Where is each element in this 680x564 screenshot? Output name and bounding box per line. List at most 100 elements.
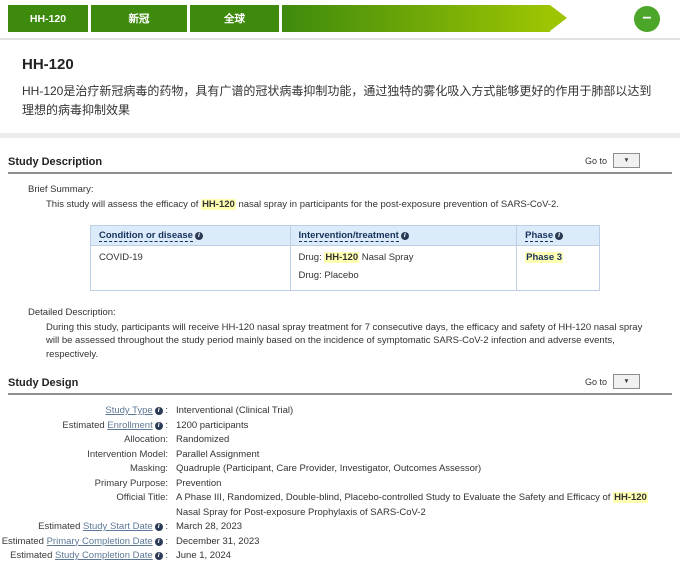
- label-prefix: Estimated: [62, 420, 107, 431]
- phase-header-link[interactable]: Phase: [525, 230, 553, 242]
- study-design-rows: Study Typei : Interventional (Clinical T…: [0, 404, 680, 564]
- label-colon: :: [163, 420, 168, 431]
- highlight-phase3: Phase 3: [525, 252, 563, 263]
- goto-dropdown-button[interactable]: ▼: [613, 374, 640, 389]
- row-value: March 28, 2023: [176, 520, 242, 535]
- nav-tab-hh120[interactable]: HH-120: [8, 5, 88, 32]
- info-icon[interactable]: i: [195, 232, 203, 240]
- col-header-condition: Condition or diseasei: [91, 225, 291, 245]
- top-nav-bar: HH-120 新冠 全球 −: [0, 0, 680, 40]
- study-description-heading-row: Study Description Go to ▼: [8, 153, 672, 174]
- label-colon: :: [163, 521, 168, 532]
- info-icon[interactable]: i: [401, 232, 409, 240]
- design-row-primary-purpose: Primary Purpose: Prevention: [0, 477, 680, 492]
- design-row-enrollment: Estimated Enrollmenti : 1200 participant…: [0, 419, 680, 434]
- chevron-down-icon: ▼: [623, 378, 629, 385]
- label-prefix: Estimated: [10, 550, 55, 561]
- label-colon: :: [163, 550, 168, 561]
- info-icon[interactable]: i: [155, 538, 163, 546]
- collapse-minus-button[interactable]: −: [634, 6, 660, 32]
- brief-summary-pre: This study will assess the efficacy of: [46, 199, 201, 210]
- study-completion-date-link[interactable]: Study Completion Date: [55, 550, 153, 561]
- row-label: Estimated Study Start Datei :: [0, 520, 168, 535]
- table-header-row: Condition or diseasei Intervention/treat…: [91, 225, 600, 245]
- label-colon: :: [163, 405, 168, 416]
- drug-line-1: Drug: HH-120 Nasal Spray: [299, 252, 509, 263]
- detailed-description-text: During this study, participants will rec…: [46, 321, 654, 362]
- row-label: Primary Purpose:: [0, 477, 168, 492]
- design-row-primary-completion-date: Estimated Primary Completion Datei : Dec…: [0, 535, 680, 550]
- label-prefix: Estimated: [38, 521, 83, 532]
- goto-control: Go to ▼: [585, 153, 640, 168]
- primary-completion-date-link[interactable]: Primary Completion Date: [47, 536, 153, 547]
- design-row-study-completion-date: Estimated Study Completion Datei : June …: [0, 549, 680, 564]
- row-value: Parallel Assignment: [176, 448, 259, 463]
- phase-cell: Phase 3: [517, 245, 600, 290]
- breadcrumb-stepper: HH-120 新冠 全球: [8, 5, 550, 32]
- row-value: Quadruple (Participant, Care Provider, I…: [176, 462, 481, 477]
- label-colon: :: [163, 536, 168, 547]
- row-label: Estimated Enrollmenti :: [0, 419, 168, 434]
- brief-summary-label: Brief Summary:: [28, 184, 680, 195]
- nav-tab-xinguan[interactable]: 新冠: [91, 5, 187, 32]
- info-icon[interactable]: i: [555, 232, 563, 240]
- title-pre: A Phase III, Randomized, Double-blind, P…: [176, 492, 613, 503]
- study-header: HH-120 HH-120是治疗新冠病毒的药物，具有广谱的冠状病毒抑制功能，通过…: [0, 40, 680, 133]
- row-value: June 1, 2024: [176, 549, 231, 564]
- brief-summary-text: This study will assess the efficacy of H…: [46, 198, 654, 212]
- goto-dropdown-button[interactable]: ▼: [613, 153, 640, 168]
- row-value: Interventional (Clinical Trial): [176, 404, 293, 419]
- page-title: HH-120: [22, 56, 658, 73]
- title-post: Nasal Spray for Post-exposure Prophylaxi…: [176, 507, 426, 518]
- row-label: Intervention Model:: [0, 448, 168, 463]
- row-label: Estimated Study Completion Datei :: [0, 549, 168, 564]
- condition-intervention-table: Condition or diseasei Intervention/treat…: [90, 225, 600, 291]
- design-row-intervention-model: Intervention Model: Parallel Assignment: [0, 448, 680, 463]
- table-row: COVID-19 Drug: HH-120 Nasal Spray Drug: …: [91, 245, 600, 290]
- row-value: December 31, 2023: [176, 535, 259, 550]
- intervention-header-link[interactable]: Intervention/treatment: [299, 230, 399, 242]
- info-icon[interactable]: i: [155, 552, 163, 560]
- enrollment-link[interactable]: Enrollment: [107, 420, 152, 431]
- drug-line-2: Drug: Placebo: [299, 270, 509, 281]
- row-label: Estimated Primary Completion Datei :: [0, 535, 168, 550]
- progress-arrow: [282, 5, 550, 32]
- col-header-phase: Phasei: [517, 225, 600, 245]
- highlight-hh120: HH-120: [324, 252, 359, 263]
- info-icon[interactable]: i: [155, 523, 163, 531]
- study-start-date-link[interactable]: Study Start Date: [83, 521, 153, 532]
- drug1-pre: Drug:: [299, 252, 325, 263]
- minus-icon: −: [642, 10, 651, 27]
- condition-cell: COVID-19: [91, 245, 291, 290]
- design-row-official-title: Official Title: A Phase III, Randomized,…: [0, 491, 680, 520]
- row-label: Study Typei :: [0, 404, 168, 419]
- row-value: Randomized: [176, 433, 229, 448]
- info-icon[interactable]: i: [155, 407, 163, 415]
- goto-control: Go to ▼: [585, 374, 640, 389]
- row-value: Prevention: [176, 477, 221, 492]
- row-value: 1200 participants: [176, 419, 248, 434]
- study-design-heading-row: Study Design Go to ▼: [8, 374, 672, 395]
- design-row-masking: Masking: Quadruple (Participant, Care Pr…: [0, 462, 680, 477]
- study-description-cn: HH-120是治疗新冠病毒的药物，具有广谱的冠状病毒抑制功能，通过独特的雾化吸入…: [22, 82, 658, 120]
- row-label: Official Title:: [0, 491, 168, 520]
- label-prefix: Estimated: [2, 536, 47, 547]
- goto-label: Go to: [585, 156, 607, 166]
- row-value: A Phase III, Randomized, Double-blind, P…: [176, 491, 673, 520]
- highlight-hh120: HH-120: [613, 492, 648, 503]
- section-title-study-design: Study Design: [8, 377, 78, 389]
- row-label: Masking:: [0, 462, 168, 477]
- info-icon[interactable]: i: [155, 422, 163, 430]
- detailed-description-label: Detailed Description:: [28, 307, 680, 318]
- study-type-link[interactable]: Study Type: [105, 405, 152, 416]
- section-title-study-description: Study Description: [8, 156, 102, 168]
- design-row-study-type: Study Typei : Interventional (Clinical T…: [0, 404, 680, 419]
- col-header-intervention: Intervention/treatmenti: [290, 225, 517, 245]
- nav-tab-quanqiu[interactable]: 全球: [190, 5, 279, 32]
- intervention-cell: Drug: HH-120 Nasal Spray Drug: Placebo: [290, 245, 517, 290]
- condition-header-link[interactable]: Condition or disease: [99, 230, 193, 242]
- goto-label: Go to: [585, 377, 607, 387]
- design-row-start-date: Estimated Study Start Datei : March 28, …: [0, 520, 680, 535]
- section-divider: [0, 133, 680, 138]
- design-row-allocation: Allocation: Randomized: [0, 433, 680, 448]
